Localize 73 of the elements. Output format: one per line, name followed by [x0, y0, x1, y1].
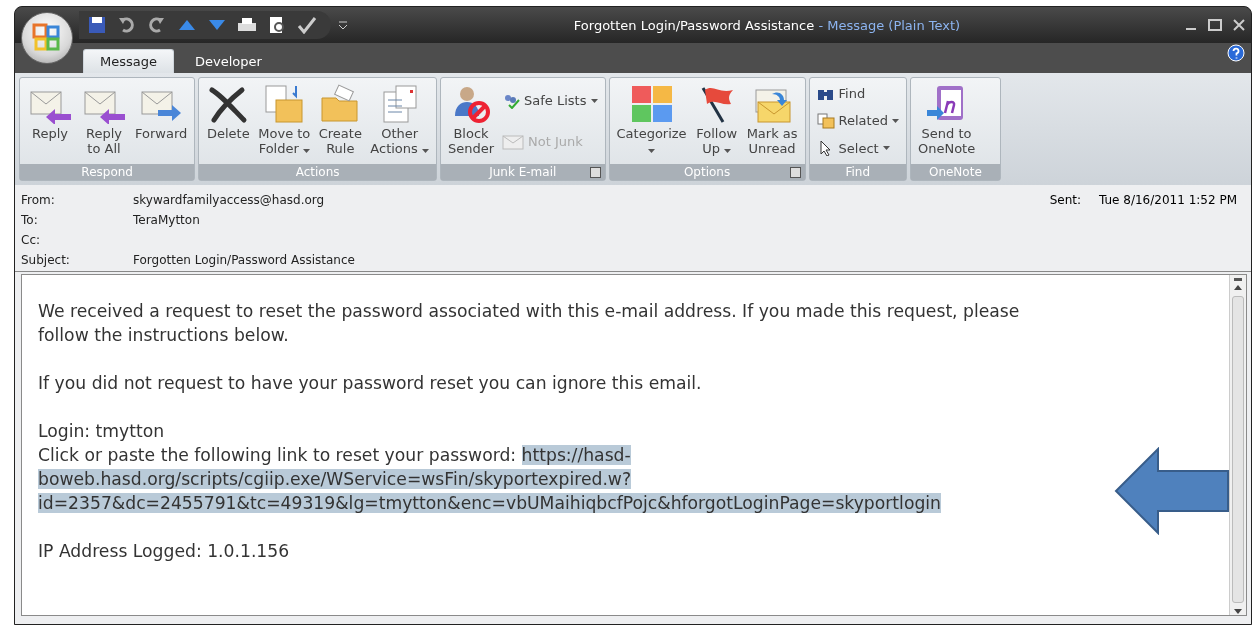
caret-icon — [590, 98, 598, 103]
scroll-up-icon — [1234, 284, 1242, 292]
field-value: TeraMytton — [133, 213, 201, 227]
scroll-down-icon — [1234, 607, 1242, 615]
ribbon-button[interactable]: Safe Lists — [499, 91, 601, 110]
ribbon-button[interactable]: Follow Up — [691, 80, 742, 162]
save-icon — [88, 16, 106, 34]
minimize-icon — [1186, 28, 1196, 30]
ribbon-button[interactable]: Delete — [203, 80, 254, 162]
group-label: Options — [609, 164, 805, 180]
envelope-icon — [502, 133, 525, 150]
ribbon-button[interactable]: Create Rule — [315, 80, 366, 162]
ribbon-button[interactable]: Select — [813, 139, 902, 158]
body-text: If you did not request to have your password reset you can ignore this email. — [38, 372, 703, 395]
up-arrow-icon — [179, 20, 195, 30]
documents-icon — [816, 113, 835, 129]
field-label: To: — [21, 213, 39, 227]
ribbon-button[interactable]: Reply — [24, 80, 76, 162]
body-text: Login: tmytton — [38, 420, 166, 443]
body-text: IP Address Logged: 1.0.1.156 — [38, 540, 291, 563]
ribbon-button[interactable]: Categorize — [613, 80, 690, 162]
field-label: Cc: — [21, 233, 42, 247]
field-label: From: — [21, 193, 56, 207]
body-text: Click or paste the following link to reset your password: https://hasd-boweb.hasd.org/scripts/cgiip.exe/WService=wsFin/skyportexpired.w?id=2357&dc=2455791&tc=49319&lg=tmytton&enc=vbUMaihiqbcfPojc&hforgotLoginPage=skyportlogin — [38, 444, 942, 515]
caret-icon — [882, 146, 890, 151]
ribbon-tab[interactable]: Developer — [178, 49, 279, 73]
ribbon-button[interactable]: Other Actions — [367, 80, 432, 162]
body-text: We received a request to reset the password associated with this e-mail address. If you made this request, please follow the instructions below. — [38, 300, 1021, 347]
caret-icon — [421, 149, 429, 153]
help-icon[interactable] — [1227, 44, 1245, 62]
group-label: Junk E-mail — [440, 164, 605, 180]
field-label: Subject: — [21, 253, 71, 267]
redo-icon — [148, 16, 166, 34]
field-value: skywardfamilyaccess@hasd.org — [133, 193, 326, 207]
ribbon-button[interactable]: Block Sender — [444, 80, 498, 162]
field-label: Sent: — [1049, 193, 1081, 207]
caret-icon — [724, 149, 732, 153]
people-check-icon — [502, 92, 521, 109]
office-logo — [32, 23, 62, 53]
caret-icon — [891, 119, 899, 123]
printer-icon — [237, 16, 257, 34]
group-label: OneNote — [910, 164, 1000, 180]
office-button[interactable] — [21, 12, 73, 64]
scrollbar[interactable] — [1229, 275, 1246, 615]
checkmark-icon — [297, 16, 317, 34]
window-title: Forgotten Login/Password Assistance - Message (Plain Text) — [572, 17, 962, 33]
ribbon-tab[interactable]: Message — [83, 49, 174, 73]
ribbon-button[interactable]: Forward — [132, 80, 191, 162]
maximize-icon — [1208, 19, 1222, 31]
group-label: Find — [809, 164, 906, 180]
caret-icon — [302, 149, 310, 153]
down-arrow-icon — [209, 20, 225, 30]
ribbon-button[interactable]: Mark as Unread — [743, 80, 801, 162]
ribbon-button[interactable]: Find — [813, 84, 902, 103]
ribbon-button[interactable]: Send to OneNote — [914, 80, 979, 162]
caret-icon — [338, 20, 348, 30]
close-icon — [1233, 19, 1245, 31]
ribbon-button[interactable]: Reply to All — [78, 80, 130, 162]
dialog-launcher-icon[interactable] — [589, 167, 601, 178]
color-grid-icon — [629, 84, 674, 124]
ribbon-button[interactable]: Move to Folder — [255, 80, 314, 162]
scroll-thumb[interactable] — [1232, 296, 1244, 603]
caret-icon — [648, 149, 656, 153]
split-handle-icon — [1234, 278, 1242, 281]
field-value: Forgotten Login/Password Assistance — [133, 253, 355, 267]
ribbon-button[interactable]: Related — [813, 112, 902, 130]
spelling-button[interactable] — [295, 14, 319, 36]
magnifier-page-icon — [268, 16, 286, 34]
dialog-launcher-icon[interactable] — [789, 167, 801, 178]
group-label: Actions — [199, 164, 436, 180]
undo-icon — [118, 16, 136, 34]
field-value: Tue 8/16/2011 1:52 PM — [1099, 193, 1237, 207]
group-label: Respond — [20, 164, 195, 180]
